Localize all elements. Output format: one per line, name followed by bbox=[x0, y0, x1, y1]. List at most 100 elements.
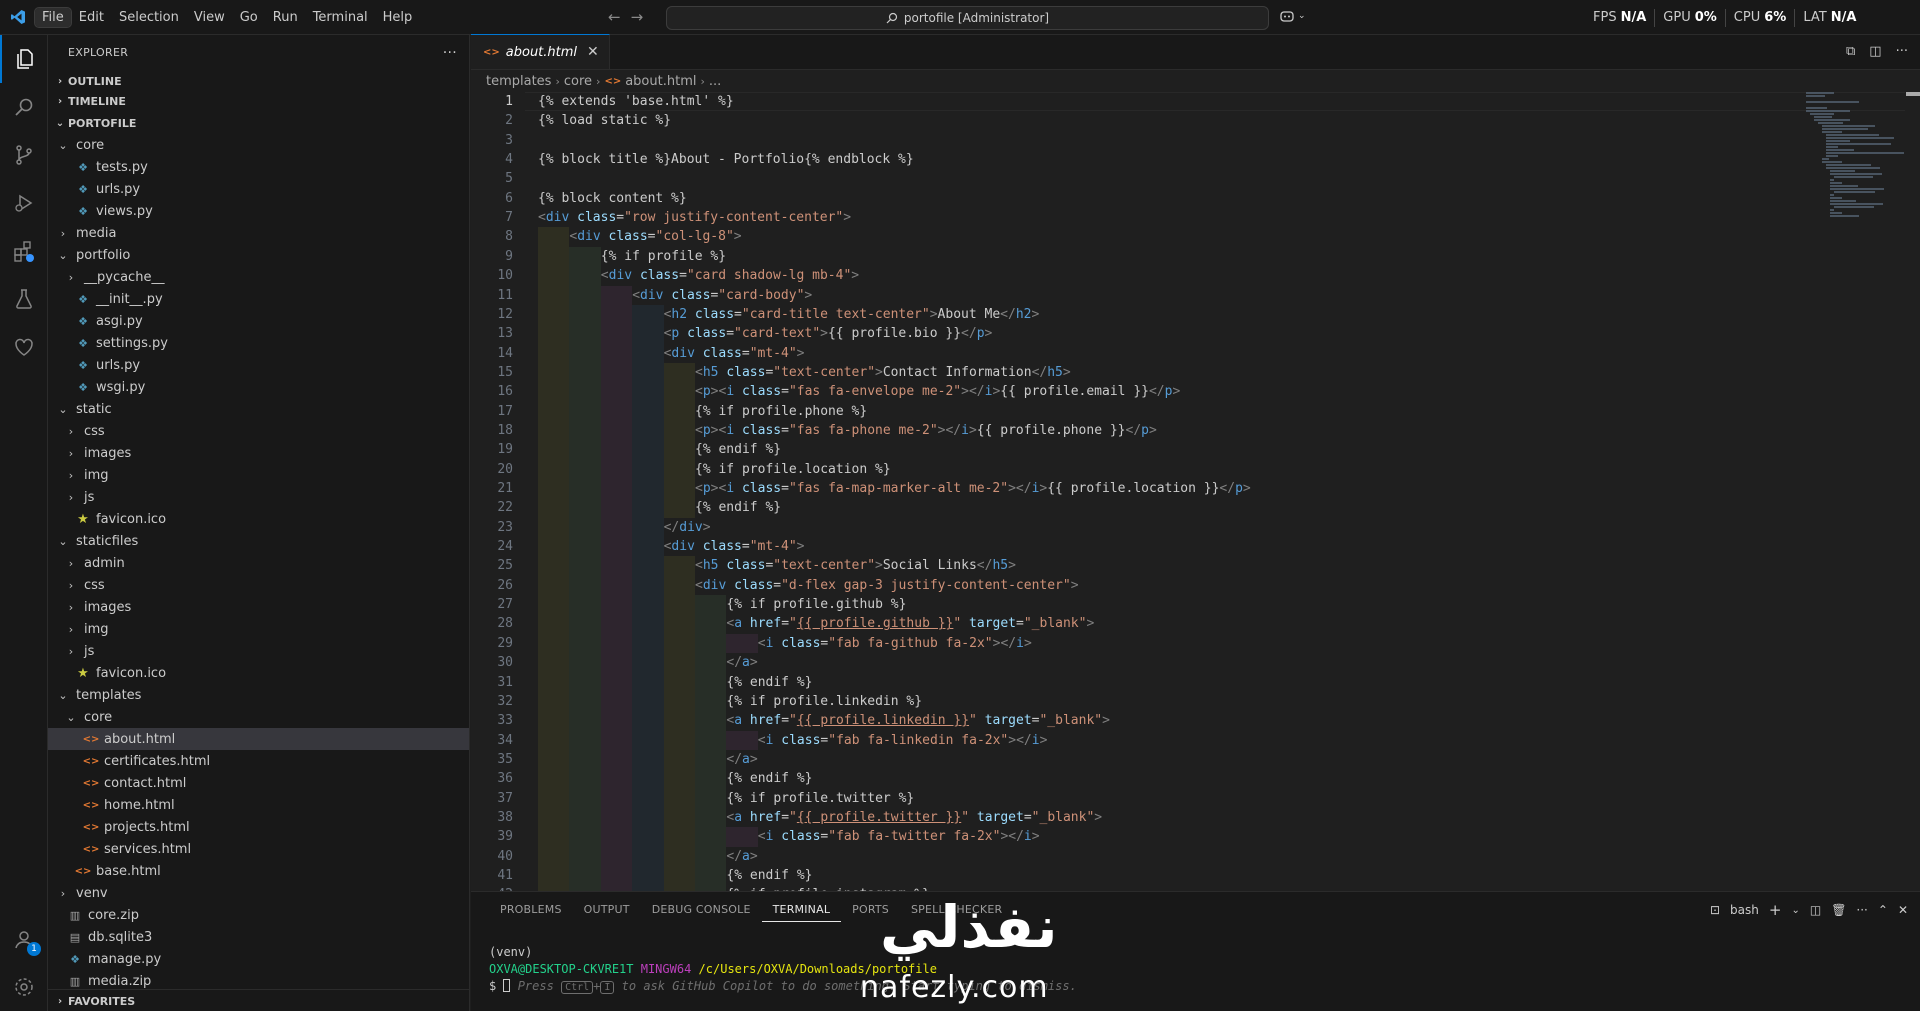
tree-file[interactable]: ❖ wsgi.py bbox=[48, 376, 469, 398]
menu-run[interactable]: Run bbox=[266, 8, 305, 27]
tree-folder[interactable]: ⌄ staticfiles bbox=[48, 530, 469, 552]
maximize-panel-icon[interactable]: ⌃ bbox=[1878, 903, 1888, 917]
tree-folder[interactable]: ⌄ static bbox=[48, 398, 469, 420]
tree-folder[interactable]: › css bbox=[48, 420, 469, 442]
tab-output[interactable]: OUTPUT bbox=[573, 892, 641, 927]
tree-folder[interactable]: › css bbox=[48, 574, 469, 596]
tree-folder[interactable]: ⌄ core bbox=[48, 134, 469, 156]
tree-file[interactable]: ★ favicon.ico bbox=[48, 662, 469, 684]
settings-gear-icon[interactable] bbox=[0, 963, 48, 1011]
menu-selection[interactable]: Selection bbox=[112, 8, 186, 27]
tree-folder[interactable]: ⌄ core bbox=[48, 706, 469, 728]
extensions-icon[interactable] bbox=[0, 227, 48, 275]
tree-file[interactable]: ★ favicon.ico bbox=[48, 508, 469, 530]
tab-spell-checker[interactable]: SPELL CHECKER bbox=[900, 892, 1013, 927]
tree-folder[interactable]: › js bbox=[48, 486, 469, 508]
command-center[interactable]: portofile [Administrator] bbox=[666, 6, 1269, 30]
terminal-output[interactable]: (venv) OXVA@DESKTOP-CKVRE1T MINGW64 /c/U… bbox=[489, 927, 1077, 1011]
favorites-section[interactable]: › FAVORITES bbox=[48, 989, 469, 1011]
code-token: "fab fa-twitter fa-2x" bbox=[828, 829, 1001, 845]
tree-folder[interactable]: › admin bbox=[48, 552, 469, 574]
minimap-line bbox=[1826, 140, 1851, 142]
run-debug-icon[interactable] bbox=[0, 179, 48, 227]
tree-folder[interactable]: › venv bbox=[48, 882, 469, 904]
tree-folder[interactable]: › images bbox=[48, 442, 469, 464]
indent-guide bbox=[663, 749, 695, 770]
tree-file[interactable]: <> contact.html bbox=[48, 772, 469, 794]
tab-terminal[interactable]: TERMINAL bbox=[761, 898, 842, 922]
tree-folder[interactable]: › images bbox=[48, 596, 469, 618]
breadcrumb-item[interactable]: templates bbox=[486, 74, 551, 89]
split-terminal-icon[interactable]: ◫ bbox=[1810, 903, 1821, 917]
scrollbar-thumb[interactable] bbox=[1906, 92, 1920, 96]
tree-folder[interactable]: › media bbox=[48, 222, 469, 244]
code-token: div bbox=[671, 345, 695, 361]
explorer-icon[interactable] bbox=[0, 35, 48, 83]
menu-edit[interactable]: Edit bbox=[72, 8, 111, 27]
account-icon[interactable]: 1 bbox=[0, 915, 48, 963]
timeline-section[interactable]: › TIMELINE bbox=[48, 89, 469, 113]
project-section[interactable]: ⌄ PORTOFILE bbox=[48, 113, 469, 133]
close-icon[interactable]: ✕ bbox=[1898, 903, 1908, 917]
tree-folder[interactable]: › img bbox=[48, 464, 469, 486]
breadcrumb-item[interactable]: core bbox=[564, 74, 592, 89]
menu-help[interactable]: Help bbox=[376, 8, 420, 27]
more-actions-icon[interactable]: ··· bbox=[1856, 903, 1867, 917]
open-preview-icon[interactable]: ⧉ bbox=[1846, 44, 1855, 59]
tree-file[interactable]: <> base.html bbox=[48, 860, 469, 882]
tree-file[interactable]: <> projects.html bbox=[48, 816, 469, 838]
code-editor[interactable]: 1 {% extends 'base.html' %} 2 {% load stati… bbox=[471, 92, 1920, 905]
search-icon[interactable] bbox=[0, 83, 48, 131]
copilot-button[interactable]: ⌄ bbox=[1279, 9, 1306, 23]
source-control-icon[interactable] bbox=[0, 131, 48, 179]
trash-icon[interactable]: 🗑 bbox=[1831, 903, 1846, 917]
tree-file[interactable]: ❖ urls.py bbox=[48, 354, 469, 376]
chevron-down-icon[interactable]: ⌄ bbox=[1791, 905, 1799, 916]
heart-icon[interactable] bbox=[0, 323, 48, 371]
tab-problems[interactable]: PROBLEMS bbox=[489, 892, 573, 927]
add-terminal-icon[interactable]: + bbox=[1769, 901, 1782, 919]
breadcrumb-item[interactable]: about.html bbox=[625, 74, 696, 89]
menu-view[interactable]: View bbox=[187, 8, 232, 27]
tree-file[interactable]: <> certificates.html bbox=[48, 750, 469, 772]
tree-file[interactable]: <> services.html bbox=[48, 838, 469, 860]
tree-file[interactable]: <> about.html bbox=[48, 728, 469, 750]
tree-folder[interactable]: › img bbox=[48, 618, 469, 640]
tab-debug-console[interactable]: DEBUG CONSOLE bbox=[641, 892, 762, 927]
testing-flask-icon[interactable] bbox=[0, 275, 48, 323]
menu-go[interactable]: Go bbox=[233, 8, 265, 27]
forward-arrow-icon[interactable]: → bbox=[631, 8, 644, 26]
tree-folder[interactable]: ⌄ templates bbox=[48, 684, 469, 706]
tree-file[interactable]: ❖ urls.py bbox=[48, 178, 469, 200]
tree-folder[interactable]: › js bbox=[48, 640, 469, 662]
shell-name[interactable]: bash bbox=[1730, 903, 1759, 917]
split-editor-icon[interactable]: ◫ bbox=[1869, 44, 1881, 59]
tree-file[interactable]: ❖ views.py bbox=[48, 200, 469, 222]
breadcrumb-item[interactable]: ... bbox=[709, 74, 721, 89]
close-icon[interactable]: ✕ bbox=[587, 44, 599, 60]
tree-file[interactable]: ❖ settings.py bbox=[48, 332, 469, 354]
back-arrow-icon[interactable]: ← bbox=[608, 8, 621, 26]
tab-label: about.html bbox=[505, 44, 578, 60]
more-actions-icon[interactable]: ··· bbox=[443, 45, 457, 61]
tree-file[interactable]: ❖ __init__.py bbox=[48, 288, 469, 310]
tab-about-html[interactable]: <> about.html ✕ bbox=[471, 34, 610, 69]
tree-file[interactable]: ❖ tests.py bbox=[48, 156, 469, 178]
tree-file[interactable]: ❖ manage.py bbox=[48, 948, 469, 970]
code-line: 13 <p class="card-text">{{ profile.bio }}… bbox=[471, 324, 1851, 344]
tree-file[interactable]: ❖ asgi.py bbox=[48, 310, 469, 332]
tree-folder[interactable]: ⌄ portfolio bbox=[48, 244, 469, 266]
tree-file[interactable]: ▥ core.zip bbox=[48, 904, 469, 926]
tab-ports[interactable]: PORTS bbox=[841, 892, 900, 927]
tree-folder[interactable]: › __pycache__ bbox=[48, 266, 469, 288]
menu-file[interactable]: File bbox=[34, 6, 72, 28]
minimap[interactable] bbox=[1806, 92, 1906, 232]
hint-text: Press bbox=[517, 979, 554, 993]
more-actions-icon[interactable]: ··· bbox=[1896, 44, 1908, 59]
indent-guide bbox=[600, 479, 633, 499]
tree-file[interactable]: <> home.html bbox=[48, 794, 469, 816]
menu-terminal[interactable]: Terminal bbox=[306, 8, 375, 27]
tree-file[interactable]: ▤ db.sqlite3 bbox=[48, 926, 469, 948]
